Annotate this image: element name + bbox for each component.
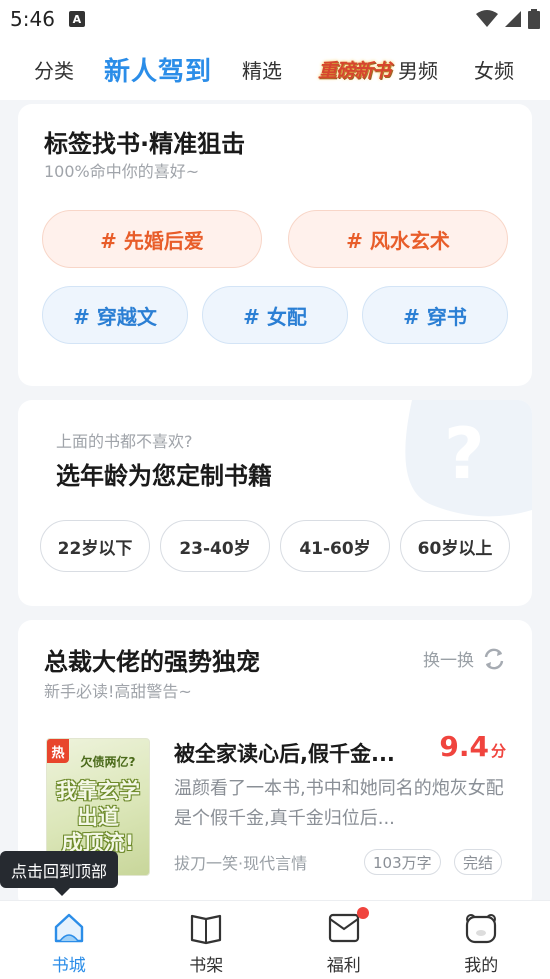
book-author-genre: 拔刀一笑·现代言情 [174, 854, 308, 873]
nav-tab-newcomer[interactable]: 新人驾到 [104, 51, 212, 88]
nav-tab-category[interactable]: 分类 [34, 55, 74, 84]
battery-icon [528, 9, 540, 29]
tag-finder-card: 标签找书·精准狙击 100%命中你的喜好~ # 先婚后爱 # 风水玄术 # 穿越… [18, 104, 532, 386]
nav-tab-new-books[interactable]: 重磅新书 [318, 54, 391, 84]
tag-chip[interactable]: # 先婚后爱 [42, 210, 262, 268]
refresh-button[interactable]: 换一换 [423, 646, 506, 671]
tag-finder-subtitle: 100%命中你的喜好~ [44, 162, 200, 181]
age-option[interactable]: 23-40岁 [160, 520, 270, 572]
tag-chip[interactable]: # 穿书 [362, 286, 508, 344]
book-section-title: 总裁大佬的强势独宠 [44, 648, 260, 676]
tab-label: 书城 [51, 956, 86, 976]
bear-face-icon [466, 914, 497, 944]
tab-profile[interactable]: 我的 [413, 901, 550, 979]
tag-chip[interactable]: # 穿越文 [42, 286, 188, 344]
tag-chip[interactable]: # 女配 [202, 286, 348, 344]
bookstore-icon [54, 913, 83, 943]
envelope-icon [328, 913, 359, 943]
refresh-icon [484, 648, 504, 669]
nav-tab-featured[interactable]: 精选 [242, 55, 282, 84]
book-description: 温颜看了一本书,书中和她同名的炮灰女配是个假千金,真千金归位后... [174, 778, 504, 829]
tab-bookshelf[interactable]: 书架 [138, 901, 276, 979]
tab-label: 书架 [189, 956, 224, 976]
tag-finder-title: 标签找书·精准狙击 [44, 130, 246, 158]
question-mark-decoration-icon: ? [405, 400, 532, 517]
svg-text:?: ? [444, 413, 485, 495]
signal-icon [505, 11, 521, 27]
book-icon [191, 914, 222, 945]
tab-label: 福利 [326, 956, 361, 976]
top-category-nav: 分类 新人驾到 精选 重磅新书 男频 女频 [0, 38, 550, 100]
status-icons [476, 9, 540, 29]
age-option[interactable]: 22岁以下 [40, 520, 150, 572]
age-option[interactable]: 41-60岁 [280, 520, 390, 572]
nav-tab-female[interactable]: 女频 [474, 55, 514, 84]
status-badge: 完结 [454, 849, 503, 875]
book-section-subtitle: 新手必读!高甜警告~ [44, 682, 192, 701]
age-select-card: ? 上面的书都不喜欢? 选年龄为您定制书籍 22岁以下 23-40岁 41-60… [18, 400, 532, 606]
score-value: 9.4 [439, 730, 489, 763]
hot-badge: 热 [47, 739, 69, 763]
tab-rewards[interactable]: 福利 [275, 901, 413, 979]
nav-tab-male[interactable]: 男频 [398, 55, 438, 84]
book-score: 9.4 分 [439, 730, 506, 763]
refresh-label: 换一换 [423, 651, 474, 671]
score-unit: 分 [490, 742, 506, 760]
age-question: 上面的书都不喜欢? [56, 432, 193, 451]
tab-label: 我的 [464, 956, 499, 976]
cover-text: 欠债两亿? [80, 755, 136, 769]
bottom-tab-bar: 书城 书架 福利 我的 [0, 900, 550, 979]
tab-bookstore[interactable]: 书城 [0, 901, 138, 979]
nav-tab-new-books-label: 重磅新书 [318, 60, 391, 82]
tag-chip[interactable]: # 风水玄术 [288, 210, 508, 268]
age-title: 选年龄为您定制书籍 [56, 462, 272, 490]
word-count-badge: 103万字 [364, 849, 441, 875]
status-time: 5:46 [10, 7, 55, 31]
age-option[interactable]: 60岁以上 [400, 520, 510, 572]
back-to-top-tooltip[interactable]: 点击回到顶部 [0, 851, 118, 896]
wifi-icon [476, 10, 498, 27]
status-bar: 5:46 A [0, 0, 550, 38]
notification-dot [357, 907, 369, 919]
notification-icon: A [68, 11, 85, 27]
book-title[interactable]: 被全家读心后,假千金... [174, 738, 424, 768]
